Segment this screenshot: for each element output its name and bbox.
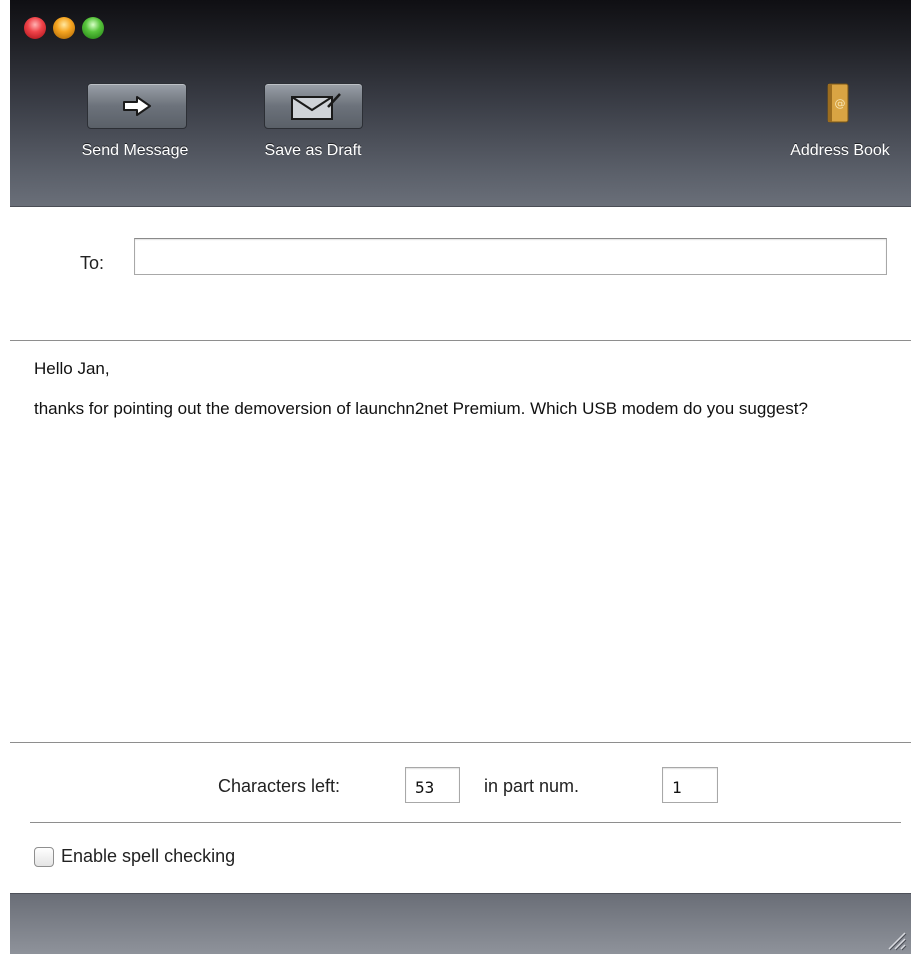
close-window-button[interactable] — [24, 17, 46, 39]
spell-check-label[interactable]: Enable spell checking — [61, 846, 235, 867]
bottom-bar — [10, 893, 911, 954]
arrow-right-icon — [123, 96, 151, 116]
save-as-draft-button[interactable] — [264, 83, 363, 129]
part-number-value: 1 — [662, 767, 718, 803]
message-body[interactable]: Hello Jan, thanks for pointing out the d… — [10, 341, 911, 742]
to-field[interactable] — [134, 238, 887, 275]
part-number-label: in part num. — [484, 776, 580, 796]
address-book-label[interactable]: Address Book — [770, 142, 910, 160]
to-label: To: — [80, 253, 105, 273]
send-message-button[interactable] — [87, 83, 187, 129]
toolbar: Send Message Save as Draft @ Address Boo… — [10, 0, 911, 207]
zoom-window-button[interactable] — [82, 17, 104, 39]
characters-left-value: 53 — [405, 767, 460, 803]
send-message-label[interactable]: Send Message — [60, 142, 210, 160]
message-greeting: Hello Jan, — [34, 359, 110, 378]
spell-check-checkbox[interactable] — [34, 846, 54, 867]
divider — [30, 822, 901, 823]
characters-left-label: Characters left: — [218, 776, 341, 796]
svg-text:@: @ — [835, 97, 846, 110]
message-text: thanks for pointing out the demoversion … — [34, 399, 808, 418]
spell-check-option[interactable]: Enable spell checking — [34, 846, 235, 867]
address-book-icon[interactable]: @ — [826, 83, 850, 123]
save-as-draft-label[interactable]: Save as Draft — [238, 142, 388, 160]
counter-row: Characters left: 53 in part num. 1 — [10, 765, 911, 805]
resize-grip-icon[interactable] — [881, 925, 907, 951]
divider — [10, 742, 911, 743]
compose-window: Send Message Save as Draft @ Address Boo… — [10, 0, 911, 954]
minimize-window-button[interactable] — [53, 17, 75, 39]
envelope-icon — [290, 93, 341, 120]
